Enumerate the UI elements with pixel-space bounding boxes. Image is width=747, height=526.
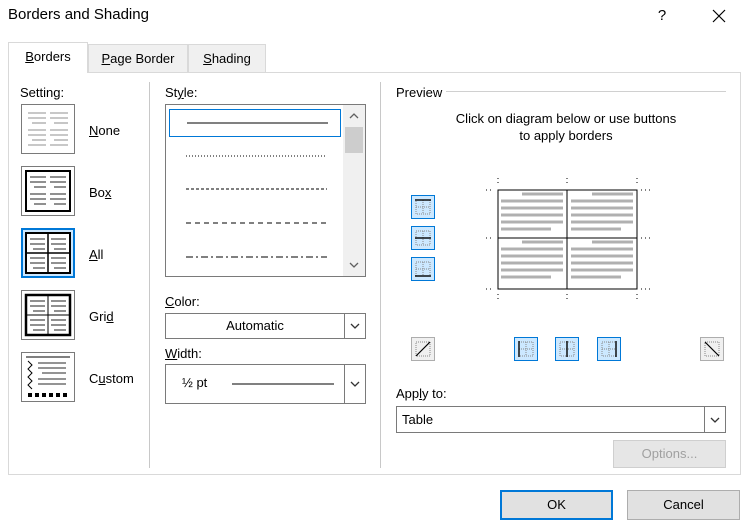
diagonal-up-border-icon xyxy=(415,341,431,357)
diagonal-down-border-button[interactable] xyxy=(700,337,724,361)
diagonal-down-border-icon xyxy=(704,341,720,357)
preview-instruction-line1: Click on diagram below or use buttons xyxy=(455,111,677,126)
close-icon xyxy=(712,9,726,23)
right-border-button[interactable] xyxy=(597,337,621,361)
bottom-border-icon xyxy=(415,261,431,277)
style-label: Style: xyxy=(165,85,198,100)
color-value: Automatic xyxy=(226,318,284,333)
setting-box-label[interactable]: Box xyxy=(89,185,111,200)
inside-horizontal-border-icon xyxy=(415,230,431,246)
style-option-small-dash[interactable] xyxy=(169,176,341,204)
separator xyxy=(149,82,150,468)
width-label: Width: xyxy=(165,346,202,361)
preview-diagram[interactable] xyxy=(486,178,652,302)
help-button[interactable]: ? xyxy=(648,2,676,30)
setting-none-icon[interactable] xyxy=(21,104,75,154)
inside-vertical-border-button[interactable] xyxy=(555,337,579,361)
apply-to-value: Table xyxy=(402,412,434,427)
width-line-preview xyxy=(232,383,334,385)
setting-label: Setting: xyxy=(20,85,65,100)
left-border-icon xyxy=(518,341,534,357)
top-border-button[interactable] xyxy=(411,195,435,219)
chevron-down-icon[interactable] xyxy=(344,314,365,338)
diagonal-up-border-button[interactable] xyxy=(411,337,435,361)
preview-instruction-line2: to apply borders xyxy=(519,128,613,143)
inside-horizontal-border-button[interactable] xyxy=(411,226,435,250)
scroll-up-icon[interactable] xyxy=(345,109,363,123)
custom-border-icon xyxy=(26,356,70,397)
tab-borders[interactable]: Borders xyxy=(8,42,88,73)
tab-page-border[interactable]: Page Border xyxy=(88,44,188,72)
close-button[interactable] xyxy=(702,2,736,30)
cancel-button[interactable]: Cancel xyxy=(627,490,740,520)
width-value: ½ pt xyxy=(182,375,208,390)
box-border-icon xyxy=(25,170,71,212)
style-option-dash-dot[interactable] xyxy=(169,244,341,272)
preview-label: Preview xyxy=(396,85,443,100)
left-border-button[interactable] xyxy=(514,337,538,361)
bottom-border-button[interactable] xyxy=(411,257,435,281)
setting-custom-icon[interactable] xyxy=(21,352,75,402)
scroll-down-icon[interactable] xyxy=(345,258,363,272)
inside-vertical-border-icon xyxy=(559,341,575,357)
setting-box-icon[interactable] xyxy=(21,166,75,216)
ok-button[interactable]: OK xyxy=(500,490,613,520)
dialog-title: Borders and Shading xyxy=(8,6,149,23)
apply-to-dropdown[interactable]: Table xyxy=(396,406,726,433)
setting-all-label[interactable]: All xyxy=(89,247,103,262)
chevron-down-icon[interactable] xyxy=(704,407,725,432)
chevron-down-icon[interactable] xyxy=(344,365,365,403)
setting-grid-icon[interactable] xyxy=(21,290,75,340)
preview-divider xyxy=(446,91,726,92)
setting-none-label[interactable]: None xyxy=(89,123,120,138)
right-border-icon xyxy=(601,341,617,357)
scroll-thumb[interactable] xyxy=(345,127,363,153)
style-option-dash[interactable] xyxy=(169,210,341,238)
setting-custom-label[interactable]: Custom xyxy=(89,371,134,386)
grid-border-icon xyxy=(24,293,72,337)
all-borders-icon xyxy=(25,232,71,274)
table-preview-icon xyxy=(486,178,652,302)
style-option-solid[interactable] xyxy=(169,109,341,137)
no-border-icon xyxy=(28,112,68,146)
options-button[interactable]: Options... xyxy=(613,440,726,468)
setting-grid-label[interactable]: Grid xyxy=(89,309,114,324)
color-dropdown[interactable]: Automatic xyxy=(165,313,366,339)
style-option-dotted[interactable] xyxy=(169,143,341,171)
setting-all-icon[interactable] xyxy=(21,228,75,278)
separator xyxy=(380,82,381,468)
top-border-icon xyxy=(415,199,431,215)
color-label: Color: xyxy=(165,294,200,309)
apply-to-label: Apply to: xyxy=(396,386,447,401)
width-dropdown[interactable]: ½ pt xyxy=(165,364,366,404)
tab-shading[interactable]: Shading xyxy=(188,44,266,72)
